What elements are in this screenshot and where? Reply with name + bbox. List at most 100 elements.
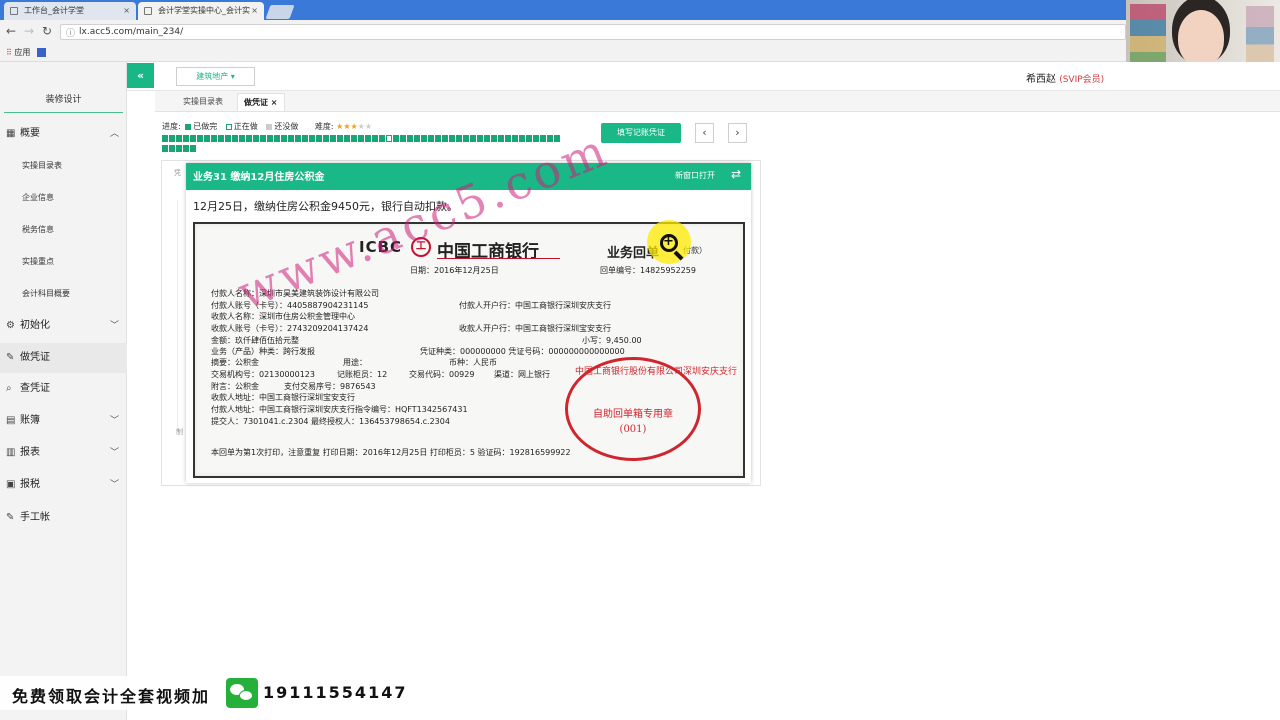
progress-cell[interactable] bbox=[449, 135, 455, 142]
progress-cell[interactable] bbox=[218, 135, 224, 142]
progress-cell[interactable] bbox=[365, 135, 371, 142]
bank-name-underline bbox=[437, 258, 560, 259]
url-input[interactable]: ⓘ lx.acc5.com/main_234/ bbox=[60, 24, 1126, 40]
next-page-button[interactable]: › bbox=[728, 123, 747, 143]
progress-cell[interactable] bbox=[169, 135, 175, 142]
new-tab-button[interactable] bbox=[265, 5, 295, 19]
progress-cell[interactable] bbox=[393, 135, 399, 142]
progress-cell[interactable] bbox=[372, 135, 378, 142]
progress-cell[interactable] bbox=[309, 135, 315, 142]
sidebar-item-overview[interactable]: ▦ 概要 ︿ bbox=[0, 119, 127, 149]
progress-cell[interactable] bbox=[470, 135, 476, 142]
progress-cell[interactable] bbox=[323, 135, 329, 142]
progress-cell[interactable] bbox=[337, 135, 343, 142]
receipt-line: 币种：人民币 bbox=[449, 358, 497, 367]
progress-cell[interactable] bbox=[344, 135, 350, 142]
progress-cell[interactable] bbox=[183, 144, 189, 152]
swap-icon[interactable]: ⇄ bbox=[731, 167, 741, 181]
progress-cell[interactable] bbox=[211, 135, 217, 142]
progress-cell[interactable] bbox=[519, 135, 525, 142]
progress-cell[interactable] bbox=[428, 135, 434, 142]
progress-cell[interactable] bbox=[456, 135, 462, 142]
progress-cell[interactable] bbox=[316, 135, 322, 142]
receipt-line: 交易机构号：02130000123 bbox=[211, 370, 315, 379]
browser-tab-workbench[interactable]: 工作台_会计学堂 × bbox=[4, 2, 136, 20]
progress-cell[interactable] bbox=[246, 135, 252, 142]
industry-select[interactable]: 建筑地产 ▾ bbox=[176, 67, 255, 86]
progress-cell[interactable] bbox=[239, 135, 245, 142]
sidebar-item-accounts-summary[interactable]: 会计科目概要 bbox=[0, 278, 127, 310]
progress-cell[interactable] bbox=[288, 135, 294, 142]
progress-cell[interactable] bbox=[540, 135, 546, 142]
progress-cell[interactable] bbox=[162, 144, 168, 152]
sidebar-item-company-info[interactable]: 企业信息 bbox=[0, 182, 127, 214]
progress-cell[interactable] bbox=[484, 135, 490, 142]
progress-cell[interactable] bbox=[414, 135, 420, 142]
sidebar-item-ledger[interactable]: ▤ 账簿 ﹀ bbox=[0, 406, 127, 436]
progress-cell[interactable] bbox=[407, 135, 413, 142]
progress-cell[interactable] bbox=[176, 144, 182, 152]
tab-catalog[interactable]: 实操目录表 bbox=[177, 93, 229, 111]
progress-cell[interactable] bbox=[169, 144, 175, 152]
user-info[interactable]: 希西赵 (SVIP会员) bbox=[1026, 70, 1104, 85]
back-arrow-icon[interactable]: ← bbox=[6, 24, 16, 38]
progress-cell[interactable] bbox=[295, 135, 301, 142]
progress-cell[interactable] bbox=[267, 135, 273, 142]
progress-cell[interactable] bbox=[253, 135, 259, 142]
sidebar-item-tax-info[interactable]: 税务信息 bbox=[0, 214, 127, 246]
sidebar-item-init[interactable]: ⚙ 初始化 ﹀ bbox=[0, 311, 127, 341]
progress-cell[interactable] bbox=[302, 135, 308, 142]
progress-cell[interactable] bbox=[526, 135, 532, 142]
progress-cell[interactable] bbox=[512, 135, 518, 142]
prev-page-button[interactable]: ‹ bbox=[695, 123, 714, 143]
sidebar-item-tax-filing[interactable]: ▣ 报税 ﹀ bbox=[0, 470, 127, 500]
progress-cell[interactable] bbox=[358, 135, 364, 142]
progress-cell[interactable] bbox=[435, 135, 441, 142]
sidebar-item-query-voucher[interactable]: ⌕ 查凭证 bbox=[0, 374, 127, 404]
collapse-sidebar-button[interactable]: « bbox=[127, 63, 154, 88]
progress-cell[interactable] bbox=[505, 135, 511, 142]
close-icon[interactable]: × bbox=[123, 2, 130, 20]
sidebar-item-catalog[interactable]: 实操目录表 bbox=[0, 150, 127, 182]
progress-cell[interactable] bbox=[190, 144, 196, 152]
fill-voucher-button[interactable]: 填写记账凭证 bbox=[601, 123, 681, 143]
progress-cell[interactable] bbox=[463, 135, 469, 142]
progress-cell[interactable] bbox=[491, 135, 497, 142]
progress-cell[interactable] bbox=[351, 135, 357, 142]
progress-cell[interactable] bbox=[421, 135, 427, 142]
progress-cell[interactable] bbox=[477, 135, 483, 142]
progress-cell[interactable] bbox=[400, 135, 406, 142]
progress-cell[interactable] bbox=[225, 135, 231, 142]
progress-cell[interactable] bbox=[281, 135, 287, 142]
progress-cell[interactable] bbox=[442, 135, 448, 142]
progress-cell[interactable] bbox=[232, 135, 238, 142]
close-icon[interactable]: × bbox=[271, 98, 278, 107]
progress-cell[interactable] bbox=[379, 135, 385, 142]
forward-arrow-icon[interactable]: → bbox=[24, 24, 34, 38]
sidebar-item-label: 手工帐 bbox=[20, 512, 50, 523]
progress-cell[interactable] bbox=[176, 135, 182, 142]
browser-tab-practice[interactable]: 会计学堂实操中心_会计实 × bbox=[138, 2, 264, 20]
progress-cell[interactable] bbox=[197, 135, 203, 142]
progress-cell[interactable] bbox=[498, 135, 504, 142]
progress-cell[interactable] bbox=[274, 135, 280, 142]
progress-cell[interactable] bbox=[190, 135, 196, 142]
sidebar-item-key-points[interactable]: 实操重点 bbox=[0, 246, 127, 278]
progress-cell[interactable] bbox=[330, 135, 336, 142]
progress-cell[interactable] bbox=[533, 135, 539, 142]
progress-cell[interactable] bbox=[204, 135, 210, 142]
progress-cell[interactable] bbox=[386, 135, 392, 142]
progress-cell[interactable] bbox=[162, 135, 168, 142]
sidebar-item-reports[interactable]: ▥ 报表 ﹀ bbox=[0, 438, 127, 468]
sidebar-item-make-voucher[interactable]: ✎ 做凭证 bbox=[0, 343, 127, 373]
progress-cell[interactable] bbox=[260, 135, 266, 142]
open-new-window-link[interactable]: 新窗口打开 bbox=[675, 170, 715, 181]
receipt-line: 附言：公积金 bbox=[211, 382, 259, 391]
reload-icon[interactable]: ↻ bbox=[42, 24, 52, 38]
bookmark-apps[interactable]: ⠿ 应用 bbox=[6, 47, 46, 58]
close-icon[interactable]: × bbox=[251, 2, 258, 20]
sidebar-item-manual-ledger[interactable]: ✎ 手工帐 bbox=[0, 503, 127, 533]
tab-make-voucher[interactable]: 做凭证 × bbox=[237, 93, 285, 111]
bookmark-site-icon[interactable] bbox=[36, 48, 46, 57]
progress-cell[interactable] bbox=[183, 135, 189, 142]
